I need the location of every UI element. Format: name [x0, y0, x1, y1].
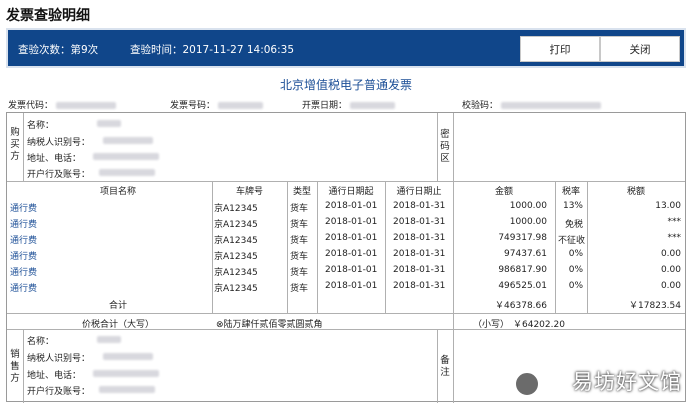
- item-tax: 0.00: [660, 249, 681, 259]
- item-date-end: 2018-01-31: [393, 281, 446, 291]
- buyer-tax-id-label: 纳税人识别号：: [27, 138, 91, 148]
- password-area-label: 密码区: [440, 129, 450, 164]
- item-type: 货车: [290, 236, 309, 246]
- invoice-date: 开票日期：: [302, 98, 396, 111]
- col-type: 类型: [292, 187, 311, 197]
- check-time: 查验时间：2017-11-27 14:06:35: [130, 44, 295, 56]
- col-plate: 车牌号: [235, 187, 263, 197]
- invoice-grid: 购买方 名称： 纳税人识别号： 地址、电话： 开户行及账号： 密码区 项目名称 …: [6, 112, 686, 403]
- item-amount: 986817.90: [498, 265, 547, 275]
- item-date-start: 2018-01-01: [325, 217, 378, 227]
- item-plate: 京A12345: [214, 252, 258, 262]
- item-tax: 0.00: [660, 265, 681, 275]
- item-amount: 97437.61: [504, 249, 547, 259]
- item-amount: 496525.01: [498, 281, 547, 291]
- item-name[interactable]: 通行费: [10, 249, 37, 262]
- item-date-start: 2018-01-01: [325, 233, 378, 243]
- item-tax: 13.00: [655, 201, 681, 211]
- total-amount: ￥46378.66: [495, 301, 547, 311]
- item-name[interactable]: 通行费: [10, 265, 37, 278]
- item-plate: 京A12345: [214, 220, 258, 230]
- invoice-number: 发票号码：: [170, 98, 264, 111]
- buyer-address-label: 地址、电话：: [27, 154, 82, 164]
- item-plate: 京A12345: [214, 284, 258, 294]
- watermark-logo-icon: [514, 371, 540, 397]
- item-name[interactable]: 通行费: [10, 217, 37, 230]
- item-tax: 0.00: [660, 281, 681, 291]
- header-bar: 查验次数：第9次 查验时间：2017-11-27 14:06:35 打印 关闭: [6, 28, 686, 68]
- seller-address-label: 地址、电话：: [27, 371, 82, 381]
- close-button[interactable]: 关闭: [600, 36, 680, 62]
- total-label: 合计: [108, 301, 127, 311]
- item-plate: 京A12345: [214, 204, 258, 214]
- seller-tax-id-label: 纳税人识别号：: [27, 354, 91, 364]
- item-date-start: 2018-01-01: [325, 249, 378, 259]
- seller-side-label: 销售方: [10, 349, 20, 384]
- seller-name-label: 名称：: [27, 337, 55, 347]
- item-date-start: 2018-01-01: [325, 281, 378, 291]
- grand-total-small-value: ￥64202.20: [513, 320, 565, 330]
- item-amount: 1000.00: [509, 201, 547, 211]
- item-tax-rate: 0%: [568, 249, 583, 259]
- item-type: 货车: [290, 284, 309, 294]
- check-code: 校验码：: [462, 98, 602, 111]
- item-name[interactable]: 通行费: [10, 281, 37, 294]
- grand-total-small-label: （小写）: [473, 320, 510, 330]
- grand-total-uppercase: ⊗陆万肆仟贰佰零贰圆贰角: [216, 320, 323, 330]
- col-item-name: 项目名称: [99, 187, 136, 197]
- item-date-end: 2018-01-31: [393, 217, 446, 227]
- item-date-start: 2018-01-01: [325, 201, 378, 211]
- print-button[interactable]: 打印: [520, 36, 600, 62]
- item-date-end: 2018-01-31: [393, 233, 446, 243]
- col-tax-rate: 税率: [561, 187, 580, 197]
- page-title: 发票查验明细: [6, 8, 90, 24]
- item-type: 货车: [290, 268, 309, 278]
- item-tax-rate: 13%: [562, 201, 583, 211]
- remark-label: 备注: [440, 355, 450, 378]
- item-type: 货车: [290, 204, 309, 214]
- item-date-end: 2018-01-31: [393, 201, 446, 211]
- item-tax-rate: 0%: [568, 281, 583, 291]
- item-date-end: 2018-01-31: [393, 249, 446, 259]
- item-plate: 京A12345: [214, 236, 258, 246]
- item-plate: 京A12345: [214, 268, 258, 278]
- col-amount: 金额: [494, 187, 513, 197]
- item-tax-rate: 免税: [564, 220, 583, 230]
- item-amount: 749317.98: [498, 233, 547, 243]
- item-name[interactable]: 通行费: [10, 201, 37, 214]
- item-tax: ***: [667, 233, 682, 243]
- col-tax: 税额: [626, 187, 645, 197]
- item-tax: ***: [667, 217, 682, 227]
- item-name[interactable]: 通行费: [10, 233, 37, 246]
- invoice-code: 发票代码：: [8, 98, 117, 111]
- buyer-side-label: 购买方: [10, 127, 20, 162]
- item-amount: 1000.00: [509, 217, 547, 227]
- item-type: 货车: [290, 220, 309, 230]
- item-tax-rate: 0%: [568, 265, 583, 275]
- buyer-name-label: 名称：: [27, 121, 55, 131]
- col-date-start: 通行日期起: [328, 187, 374, 197]
- check-count: 查验次数：第9次: [18, 44, 99, 56]
- seller-bank-label: 开户行及账号：: [27, 387, 91, 397]
- watermark-text: 易坊好文馆: [572, 370, 682, 394]
- total-tax: ￥17823.54: [629, 301, 681, 311]
- buyer-bank-label: 开户行及账号：: [27, 170, 91, 180]
- item-date-end: 2018-01-31: [393, 265, 446, 275]
- invoice-title: 北京增值税电子普通发票: [279, 78, 412, 92]
- item-date-start: 2018-01-01: [325, 265, 378, 275]
- item-type: 货车: [290, 252, 309, 262]
- col-date-end: 通行日期止: [396, 187, 442, 197]
- grand-total-label: 价税合计（大写）: [81, 320, 154, 330]
- item-tax-rate: 不征收: [557, 236, 585, 246]
